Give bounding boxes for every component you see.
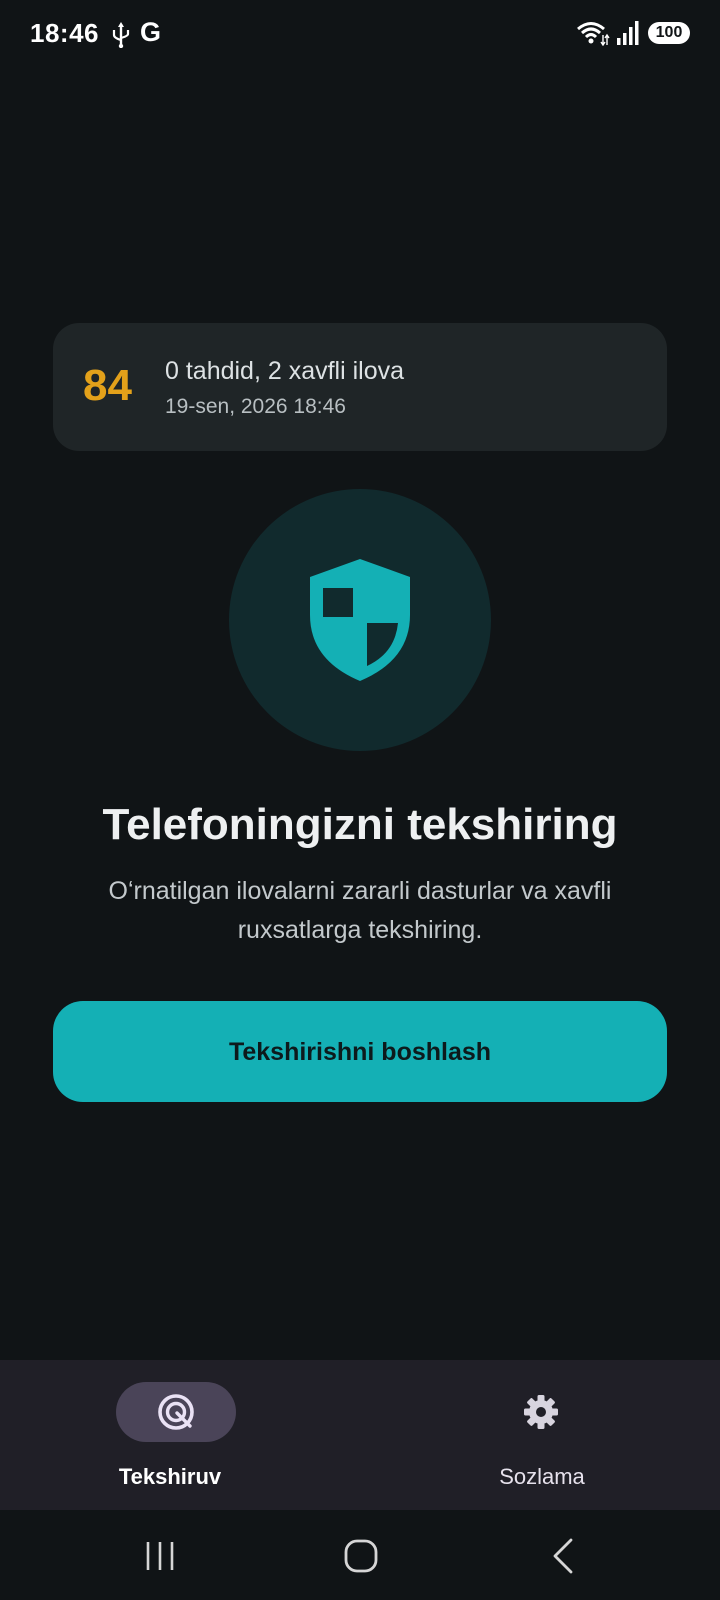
shield-badge xyxy=(229,489,491,751)
app-screen: 18:46 G 100 84 0 tahdid, 2 xavfli ilova xyxy=(0,0,720,1600)
scan-summary: 0 tahdid, 2 xavfli ilova xyxy=(165,357,405,385)
status-time: 18:46 xyxy=(30,18,99,48)
scan-icon xyxy=(158,1394,194,1430)
usb-icon xyxy=(112,22,130,48)
wifi-icon xyxy=(577,22,610,46)
system-navigation-bar xyxy=(0,1510,720,1600)
last-scan-card[interactable]: 84 0 tahdid, 2 xavfli ilova 19-sen, 2026… xyxy=(53,323,667,451)
signal-icon xyxy=(617,21,639,45)
back-icon[interactable] xyxy=(542,1534,586,1578)
nav-item-settings[interactable]: Sozlama xyxy=(360,1360,720,1510)
bottom-navigation: Tekshiruv Sozlama xyxy=(0,1360,720,1510)
google-g-icon: G xyxy=(140,17,162,47)
nav-label-scan: Tekshiruv xyxy=(118,1464,222,1489)
recents-icon[interactable] xyxy=(140,1534,184,1578)
shield-icon xyxy=(310,559,410,681)
nav-label-settings: Sozlama xyxy=(499,1464,585,1489)
gear-icon xyxy=(524,1395,558,1429)
nav-item-scan[interactable]: Tekshiruv xyxy=(0,1360,360,1510)
page-subtitle: Oʻrnatilgan ilovalarni zararli dasturlar… xyxy=(108,877,612,944)
home-icon[interactable] xyxy=(339,1534,383,1578)
page-title: Telefoningizni tekshiring xyxy=(102,800,618,849)
status-bar: 18:46 G 100 xyxy=(0,0,720,70)
battery-indicator: 100 xyxy=(648,22,690,44)
start-scan-button[interactable]: Tekshirishni boshlash xyxy=(53,1001,667,1102)
scan-score: 84 xyxy=(83,361,132,410)
scan-date: 19-sen, 2026 18:46 xyxy=(165,395,346,418)
